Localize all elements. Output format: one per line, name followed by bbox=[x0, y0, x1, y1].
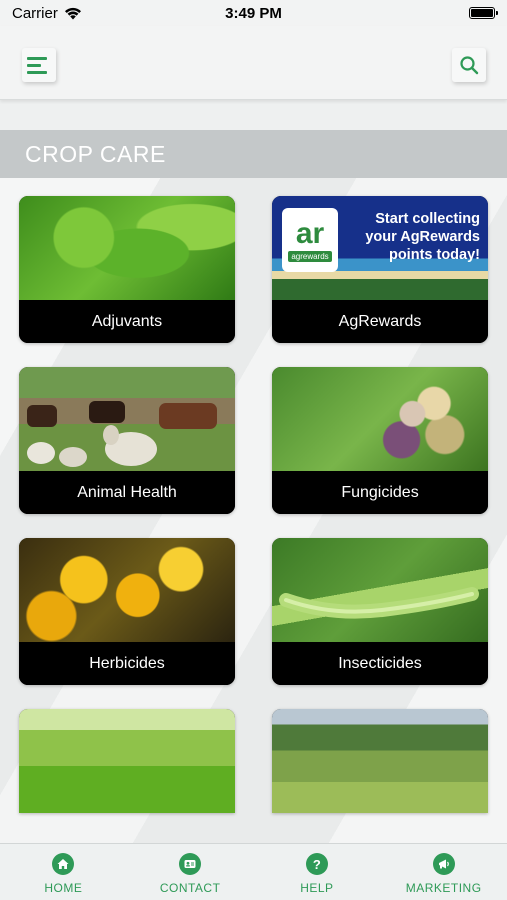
tab-home-label: HOME bbox=[44, 881, 83, 895]
tile-label: Herbicides bbox=[19, 642, 235, 685]
herbicides-image bbox=[19, 538, 235, 642]
home-icon bbox=[52, 853, 75, 875]
carrier-label: Carrier bbox=[12, 4, 58, 22]
agrewards-banner-text: Start collecting your AgRewards points t… bbox=[365, 211, 480, 263]
search-icon bbox=[460, 56, 479, 75]
animal-health-image bbox=[19, 367, 235, 471]
agrewards-logo: ar agrewards bbox=[282, 208, 338, 272]
fungicides-image bbox=[272, 367, 488, 471]
tab-marketing-label: MARKETING bbox=[405, 881, 482, 895]
tile-label: AgRewards bbox=[272, 300, 488, 343]
agrewards-logo-mark: ar bbox=[295, 216, 325, 250]
livestock-illustration bbox=[27, 401, 217, 467]
tile-label: Animal Health bbox=[19, 471, 235, 514]
adjuvants-image bbox=[19, 196, 235, 300]
tile-fungicides[interactable]: Fungicides bbox=[272, 367, 488, 514]
status-bar: Carrier 3:49 PM bbox=[0, 0, 507, 26]
tile-label: Adjuvants bbox=[19, 300, 235, 343]
menu-button[interactable] bbox=[22, 48, 56, 82]
tile-agrewards[interactable]: ar agrewards Start collecting your AgRew… bbox=[272, 196, 488, 343]
tile-adjuvants[interactable]: Adjuvants bbox=[19, 196, 235, 343]
tab-help[interactable]: ? HELP bbox=[254, 844, 381, 900]
tab-marketing[interactable]: MARKETING bbox=[380, 844, 507, 900]
megaphone-icon bbox=[432, 853, 455, 875]
insecticides-image bbox=[272, 538, 488, 642]
nav-bar bbox=[0, 26, 507, 100]
tile-label: Insecticides bbox=[272, 642, 488, 685]
agrewards-logo-caption: agrewards bbox=[288, 250, 332, 262]
tab-home[interactable]: HOME bbox=[0, 844, 127, 900]
pasture-hills-image bbox=[272, 709, 488, 813]
hamburger-menu-icon bbox=[27, 56, 47, 60]
battery-icon bbox=[469, 7, 498, 19]
tab-contact[interactable]: CONTACT bbox=[127, 844, 254, 900]
tile-animal-health[interactable]: Animal Health bbox=[19, 367, 235, 514]
tile-insecticides[interactable]: Insecticides bbox=[272, 538, 488, 685]
tab-help-label: HELP bbox=[300, 881, 334, 895]
agrewards-image: ar agrewards Start collecting your AgRew… bbox=[272, 196, 488, 300]
search-button[interactable] bbox=[452, 48, 486, 82]
tile-pasture[interactable] bbox=[272, 709, 488, 813]
caterpillar-illustration bbox=[279, 587, 479, 619]
tile-herbicides[interactable]: Herbicides bbox=[19, 538, 235, 685]
tile-grass[interactable] bbox=[19, 709, 235, 813]
help-icon: ? bbox=[305, 853, 328, 875]
wifi-icon bbox=[64, 7, 81, 19]
tile-label: Fungicides bbox=[272, 471, 488, 514]
tab-contact-label: CONTACT bbox=[159, 881, 221, 895]
contact-card-icon bbox=[179, 853, 202, 875]
section-title: CROP CARE bbox=[0, 130, 507, 178]
grass-image bbox=[19, 709, 235, 813]
tab-bar: HOME CONTACT ? HELP MARKETING bbox=[0, 843, 507, 900]
